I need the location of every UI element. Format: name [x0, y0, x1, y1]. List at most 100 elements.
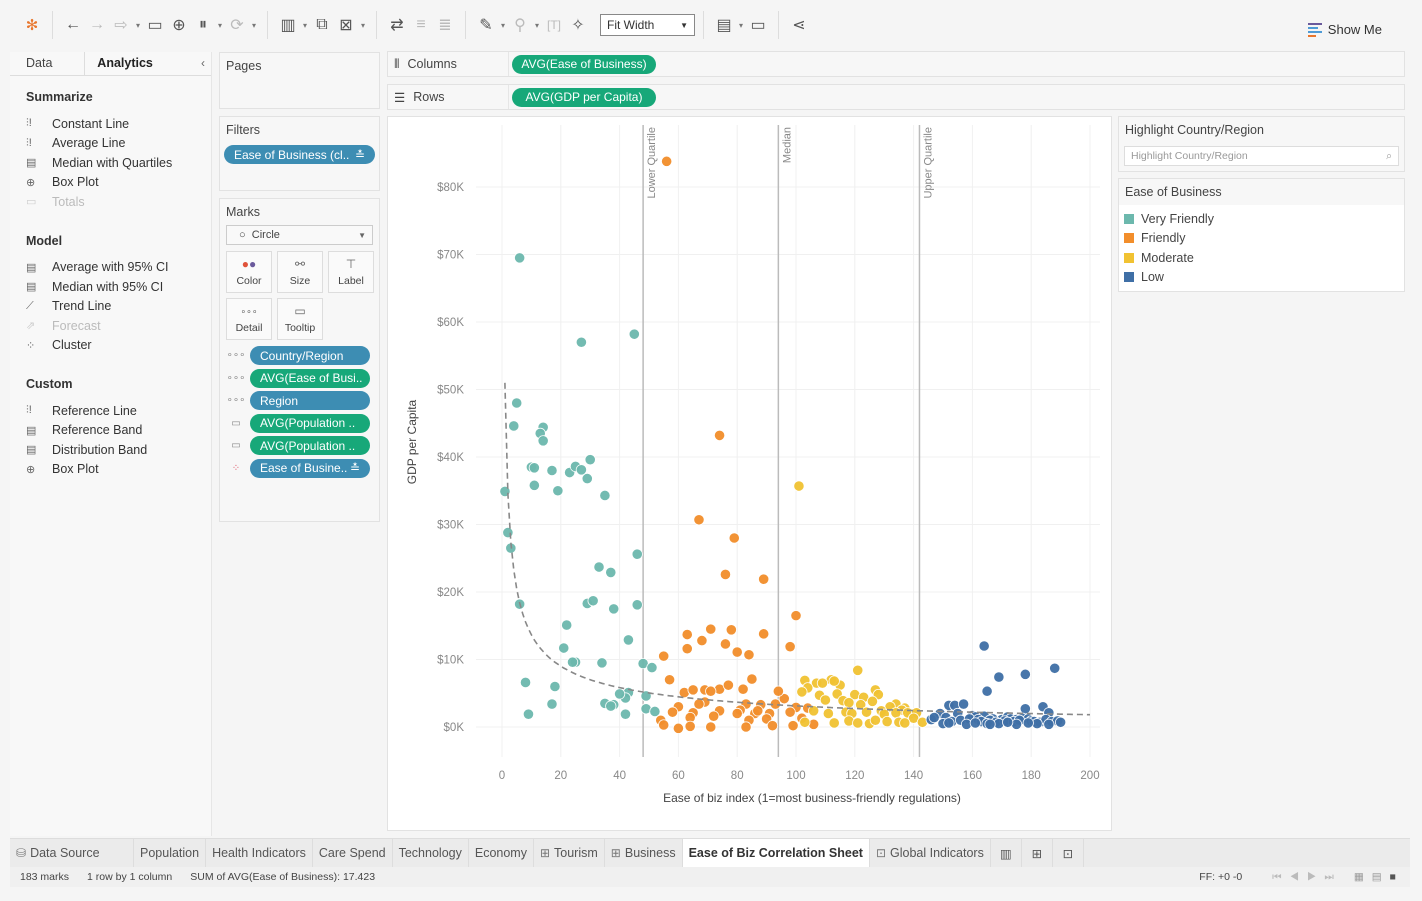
collapse-pane-icon[interactable]: ‹	[195, 52, 211, 75]
tooltip-icon[interactable]: ▭	[226, 440, 246, 451]
analytics-item-reference-band[interactable]: ▤ Reference Band	[10, 421, 211, 441]
fit-mode-select[interactable]: Fit Width ▼	[600, 14, 695, 36]
scatter-chart[interactable]: $0K $10K $20K $30K $40K $50K $60K $70K $80K 0 20 40…	[388, 117, 1113, 832]
marks-label-button[interactable]: ⊤ Label	[328, 251, 374, 293]
new-worksheet-dropdown-icon[interactable]: ▾	[300, 21, 310, 30]
detail-icon[interactable]: ∘∘∘	[226, 350, 246, 361]
analytics-item-average-line[interactable]: ⫶! Average Line	[10, 134, 211, 154]
datasource-dropdown-icon[interactable]: ▾	[215, 21, 225, 30]
analytics-item-median-with-95-ci[interactable]: ▤ Median with 95% CI	[10, 277, 211, 297]
highlight-input[interactable]: Highlight Country/Region ⌕	[1124, 146, 1399, 166]
legend-item[interactable]: Moderate	[1124, 248, 1404, 268]
clear-sheet-dropdown-icon[interactable]: ▾	[358, 21, 368, 30]
pin-icon[interactable]: ✧	[566, 13, 590, 37]
new-story-tab-icon[interactable]: ⊡	[1053, 839, 1084, 867]
legend-item[interactable]: Friendly	[1124, 229, 1404, 249]
rows-shelf[interactable]: ☰ Rows AVG(GDP per Capita)	[387, 84, 1405, 110]
duplicate-sheet-icon[interactable]: ⧉	[310, 13, 334, 37]
pause-datasource-icon[interactable]: ⏸	[191, 13, 215, 37]
pages-card[interactable]: Pages	[219, 52, 380, 109]
tab-data[interactable]: Data	[10, 52, 84, 75]
detail-icon[interactable]: ∘∘∘	[226, 373, 246, 384]
highlight-dropdown-icon[interactable]: ▾	[498, 21, 508, 30]
sort-descending-icon[interactable]: ≣	[433, 13, 457, 37]
analytics-item-cluster[interactable]: ⁘ Cluster	[10, 336, 211, 356]
marks-color-button[interactable]: ●● Color	[226, 251, 272, 293]
datasource-icon: ⛁	[16, 846, 27, 860]
marks-field-pill[interactable]: Country/Region	[250, 346, 370, 365]
group-dropdown-icon[interactable]: ▾	[532, 21, 542, 30]
page-nav-icons[interactable]: ⏮◀▶⏭	[1272, 871, 1342, 884]
analytics-item-median-with-quartiles[interactable]: ▤ Median with Quartiles	[10, 153, 211, 173]
back-icon[interactable]: ←	[61, 13, 85, 37]
presentation-icon[interactable]: ▭	[746, 13, 770, 37]
new-worksheet-tab-icon[interactable]: ▥	[991, 839, 1022, 867]
highlight-icon[interactable]: ✎	[474, 13, 498, 37]
sheet-tab-business[interactable]: ⊞ Business	[605, 839, 683, 867]
list-view-icon[interactable]: ▤	[1372, 871, 1382, 883]
marks-tooltip-button[interactable]: ▭ Tooltip	[277, 298, 323, 340]
analytics-item-average-with-95-ci[interactable]: ▤ Average with 95% CI	[10, 258, 211, 278]
analytics-item-box-plot[interactable]: ⊕ Box Plot	[10, 173, 211, 193]
analytics-item-trend-line[interactable]: ⟋ Trend Line	[10, 297, 211, 317]
legend-item[interactable]: Very Friendly	[1124, 209, 1404, 229]
tab-analytics[interactable]: Analytics	[84, 52, 195, 75]
analytics-item-box-plot[interactable]: ⊕ Box Plot	[10, 460, 211, 480]
refresh-dropdown-icon[interactable]: ▾	[249, 21, 259, 30]
redo-icon[interactable]: ⇨	[109, 13, 133, 37]
marks-field-pill[interactable]: AVG(Ease of Busi..	[250, 368, 370, 388]
columns-shelf[interactable]: ⦀ Columns AVG(Ease of Business)	[387, 51, 1405, 77]
sheet-tab-care-spend[interactable]: Care Spend	[313, 839, 393, 867]
sort-ascending-icon[interactable]: ≡	[409, 13, 433, 37]
analytics-item-constant-line[interactable]: ⫶! Constant Line	[10, 114, 211, 134]
sheet-tab-population[interactable]: Population	[134, 839, 207, 867]
swap-axes-icon[interactable]: ⇄	[385, 13, 409, 37]
show-labels-dropdown-icon[interactable]: ▾	[736, 21, 746, 30]
detail-icon[interactable]: ∘∘∘	[226, 395, 246, 406]
label-text-icon[interactable]: [T]	[542, 13, 566, 37]
marks-detail-button[interactable]: ∘∘∘ Detail	[226, 298, 272, 340]
marks-size-button[interactable]: ⚯ Size	[277, 251, 323, 293]
color-icon[interactable]: ⁘	[226, 463, 246, 474]
filters-card[interactable]: Filters Ease of Business (cl.. ≛	[219, 116, 380, 191]
save-icon[interactable]: ▭	[143, 13, 167, 37]
tableau-logo-icon[interactable]: ✻	[20, 13, 44, 37]
sheet-tab-data-source[interactable]: ⛁ Data Source	[10, 839, 134, 867]
analytics-item-reference-line[interactable]: ⫶! Reference Line	[10, 401, 211, 421]
redo-dropdown-icon[interactable]: ▾	[133, 21, 143, 30]
group-icon[interactable]: ⚲	[508, 13, 532, 37]
columns-pill[interactable]: AVG(Ease of Business)	[512, 54, 656, 74]
marks-field-pill[interactable]: Region	[250, 391, 370, 410]
new-worksheet-icon[interactable]: ▥	[276, 13, 300, 37]
sheet-tab-ease-of-biz-correlation-sheet[interactable]: Ease of Biz Correlation Sheet	[682, 839, 870, 867]
marks-field-row: ▭ AVG(Population ..	[226, 436, 373, 455]
legend-item[interactable]: Low	[1124, 268, 1404, 288]
sheet-tab-global-indicators[interactable]: ⊡ Global Indicators	[870, 839, 991, 867]
new-dashboard-tab-icon[interactable]: ⊞	[1022, 839, 1053, 867]
marks-field-pill[interactable]: AVG(Population ..	[250, 436, 370, 455]
analytics-item-totals[interactable]: ▭ Totals	[10, 192, 211, 212]
marks-field-pill[interactable]: Ease of Busine.. ≛	[250, 458, 370, 478]
refresh-icon[interactable]: ⟳	[225, 13, 249, 37]
grid-view-icon[interactable]: ▦	[1354, 871, 1364, 883]
film-view-icon[interactable]: ■	[1390, 871, 1396, 883]
tooltip-icon[interactable]: ▭	[226, 418, 246, 429]
clear-sheet-icon[interactable]: ⊠	[334, 13, 358, 37]
sheet-tab-health-indicators[interactable]: Health Indicators	[206, 839, 313, 867]
sheet-tab-economy[interactable]: Economy	[469, 839, 534, 867]
filter-pill-ease-of-business[interactable]: Ease of Business (cl.. ≛	[224, 145, 375, 164]
show-me-button[interactable]: Show Me	[1307, 22, 1382, 37]
sheet-tab-technology[interactable]: Technology	[393, 839, 469, 867]
forward-icon[interactable]: →	[85, 13, 109, 37]
new-datasource-icon[interactable]: ⊕	[167, 13, 191, 37]
share-icon[interactable]: ⋖	[787, 13, 811, 37]
show-labels-icon[interactable]: ▤	[712, 13, 736, 37]
data-point-very-friendly	[631, 599, 643, 611]
analytics-item-distribution-band[interactable]: ▤ Distribution Band	[10, 440, 211, 460]
mark-type-select[interactable]: ○ Circle ▼	[226, 225, 373, 245]
marks-field-pill[interactable]: AVG(Population ..	[250, 413, 370, 433]
rows-pill[interactable]: AVG(GDP per Capita)	[512, 87, 656, 107]
analytics-item-forecast[interactable]: ⇗ Forecast	[10, 316, 211, 336]
x-tick-label: 80	[731, 770, 744, 782]
sheet-tab-tourism[interactable]: ⊞ Tourism	[534, 839, 605, 867]
